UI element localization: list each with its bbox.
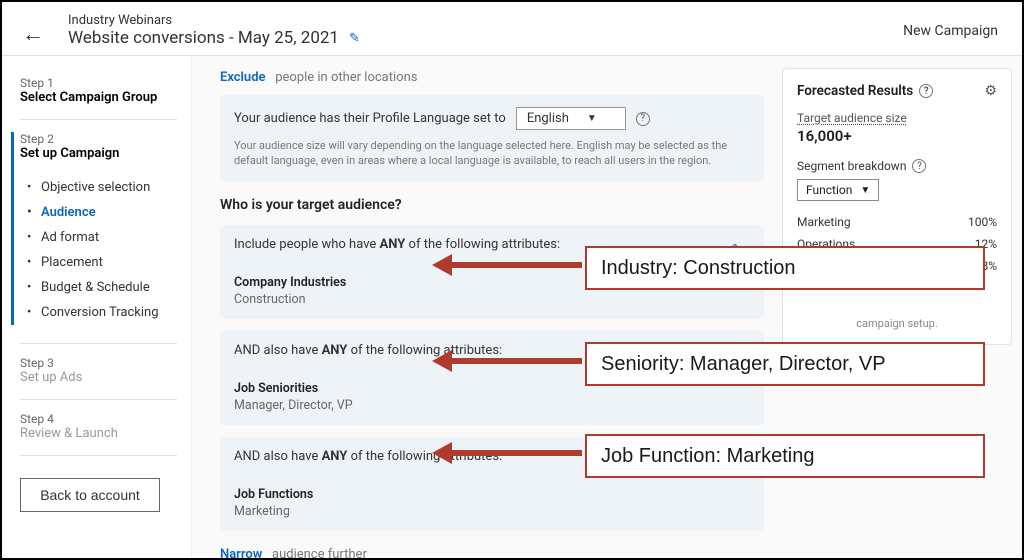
substep-placement[interactable]: Placement xyxy=(27,250,177,275)
attr-lead-text: AND also have xyxy=(234,343,322,358)
header-titles: Industry Webinars Website conversions - … xyxy=(68,13,903,48)
language-note: Your audience size will vary depending o… xyxy=(234,138,750,169)
help-icon[interactable]: ? xyxy=(912,159,926,173)
attr-lead-1: Include people who have ANY of the follo… xyxy=(234,237,560,252)
narrow-audience-row: Narrow audience further xyxy=(220,543,764,558)
attr-label-functions: Job Functions xyxy=(234,487,750,502)
target-audience-heading: Who is your target audience? xyxy=(220,197,764,213)
sidebar: Step 1 Select Campaign Group Step 2 Set … xyxy=(2,56,192,558)
divider xyxy=(20,119,177,120)
target-audience-label: Target audience size xyxy=(797,111,997,125)
attr-tail: of the following attributes: xyxy=(405,237,560,252)
annotation-jobfunction: Job Function: Marketing xyxy=(585,434,985,478)
page-title: Website conversions - May 25, 2021 xyxy=(68,28,339,48)
caret-down-icon: ▼ xyxy=(587,113,597,124)
step4-title[interactable]: Review & Launch xyxy=(20,426,177,441)
annotation-seniority: Seniority: Manager, Director, VP xyxy=(585,342,985,386)
step1-label: Step 1 xyxy=(20,76,177,90)
right-panel: Forecasted Results ? ⚙ Target audience s… xyxy=(782,56,1022,558)
caret-down-icon: ▼ xyxy=(860,185,870,196)
exclude-locations-text: people in other locations xyxy=(275,70,417,85)
divider xyxy=(20,399,177,400)
narrow-text: audience further xyxy=(272,547,367,558)
attr-lead-2: AND also have ANY of the following attri… xyxy=(234,343,502,358)
forecast-card: Forecasted Results ? ⚙ Target audience s… xyxy=(782,68,1012,345)
substep-conversion[interactable]: Conversion Tracking xyxy=(27,300,177,325)
edit-title-icon[interactable]: ✎ xyxy=(349,31,360,46)
segment-select[interactable]: Function ▼ xyxy=(797,179,879,201)
step2-title: Set up Campaign xyxy=(20,146,177,161)
target-audience-value: 16,000+ xyxy=(797,127,997,145)
language-select[interactable]: English ▼ xyxy=(516,107,626,130)
annotation-arrow xyxy=(432,452,582,453)
step2-block: Step 2 Set up Campaign Objective selecti… xyxy=(11,132,177,325)
attr-value-seniorities: Manager, Director, VP xyxy=(234,398,750,413)
attr-lead-text: AND also have xyxy=(234,449,322,464)
step4-label: Step 4 xyxy=(20,412,177,426)
step3-label: Step 3 xyxy=(20,356,177,370)
attr-value-functions: Marketing xyxy=(234,504,750,519)
narrow-link[interactable]: Narrow xyxy=(220,547,262,558)
substep-budget[interactable]: Budget & Schedule xyxy=(27,275,177,300)
step1-title[interactable]: Select Campaign Group xyxy=(20,90,177,105)
attr-any: ANY xyxy=(322,343,348,358)
annotation-arrow xyxy=(432,264,582,265)
annotation-arrow xyxy=(432,360,582,361)
language-box: Your audience has their Profile Language… xyxy=(220,95,764,181)
divider xyxy=(20,455,177,456)
campaign-setup-footer: campaign setup. xyxy=(797,317,997,330)
segment-label-text: Segment breakdown xyxy=(797,159,906,173)
substeps-list: Objective selection Audience Ad format P… xyxy=(20,175,177,325)
exclude-locations-row: Exclude people in other locations xyxy=(220,66,764,95)
back-arrow-icon[interactable]: ← xyxy=(22,15,44,47)
step2-label: Step 2 xyxy=(20,132,177,146)
forecast-title: Forecasted Results xyxy=(797,83,913,99)
step3-title[interactable]: Set up Ads xyxy=(20,370,177,385)
divider xyxy=(20,343,177,344)
segment-value: Function xyxy=(806,183,852,197)
segment-row: Marketing 100% xyxy=(797,211,997,233)
new-campaign-link[interactable]: New Campaign xyxy=(903,23,998,39)
forecast-title-row: Forecasted Results ? xyxy=(797,83,933,99)
language-value: English xyxy=(527,111,569,126)
annotation-industry: Industry: Construction xyxy=(585,246,985,290)
exclude-locations-link[interactable]: Exclude xyxy=(220,70,266,85)
language-prefix: Your audience has their Profile Language… xyxy=(234,111,506,126)
segment-breakdown-label: Segment breakdown ? xyxy=(797,159,997,173)
attr-any: ANY xyxy=(322,449,348,464)
attr-any: ANY xyxy=(380,237,406,252)
page-title-row: Website conversions - May 25, 2021 ✎ xyxy=(68,28,903,48)
substep-ad-format[interactable]: Ad format xyxy=(27,225,177,250)
substep-objective[interactable]: Objective selection xyxy=(27,175,177,200)
segment-name: Marketing xyxy=(797,215,851,229)
gear-icon[interactable]: ⚙ xyxy=(984,83,997,99)
attr-tail: of the following attributes: xyxy=(347,343,502,358)
help-icon[interactable]: ? xyxy=(919,84,933,98)
breadcrumb: Industry Webinars xyxy=(68,13,903,28)
attr-lead-text: Include people who have xyxy=(234,237,380,252)
substep-audience[interactable]: Audience xyxy=(27,200,177,225)
segment-pct: 100% xyxy=(968,215,997,229)
header-bar: ← Industry Webinars Website conversions … xyxy=(2,2,1022,56)
help-icon[interactable]: ? xyxy=(636,112,650,126)
attr-value-industries: Construction xyxy=(234,292,750,307)
back-to-account-button[interactable]: Back to account xyxy=(20,478,160,512)
main-content: Exclude people in other locations Your a… xyxy=(192,56,782,558)
